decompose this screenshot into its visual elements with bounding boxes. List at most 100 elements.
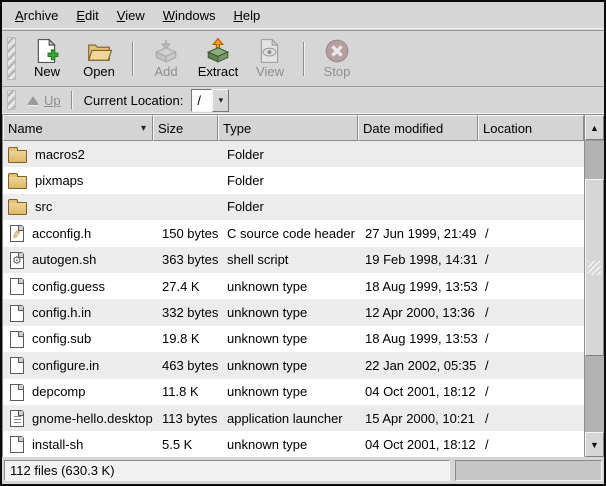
statusbar: 112 files (630.3 K) xyxy=(2,457,604,484)
table-row[interactable]: config.guess 27.4 K unknown type 18 Aug … xyxy=(3,273,584,299)
table-row[interactable]: gnome-hello.desktop 113 bytes applicatio… xyxy=(3,405,584,431)
up-button-label: Up xyxy=(44,93,61,108)
type-cell: unknown type xyxy=(218,358,358,373)
scrollbar-thumb[interactable] xyxy=(585,179,604,356)
file-name: depcomp xyxy=(32,384,85,399)
location-cell: / xyxy=(478,358,584,373)
stop-icon xyxy=(324,38,350,64)
file-name: configure.in xyxy=(32,358,99,373)
status-text: 112 files (630.3 K) xyxy=(10,463,115,478)
folder-icon xyxy=(8,150,27,163)
menubar: Archive Edit View Windows Help xyxy=(2,2,604,28)
main-toolbar: New Open Add xyxy=(2,31,604,87)
file-name: install-sh xyxy=(32,437,83,452)
column-header-name[interactable]: Name ▾ xyxy=(3,115,153,141)
open-button[interactable]: Open xyxy=(73,36,125,81)
column-header-date-modified[interactable]: Date modified xyxy=(358,115,478,141)
menu-help-label: H xyxy=(233,8,242,23)
add-to-archive-icon xyxy=(153,38,179,64)
date-cell: 19 Feb 1998, 14:31 xyxy=(358,252,478,267)
add-button-label: Add xyxy=(154,65,177,79)
location-separator xyxy=(71,91,72,109)
name-cell: autogen.sh xyxy=(3,251,153,269)
menu-view-label-rest: iew xyxy=(125,8,145,23)
open-folder-icon xyxy=(86,38,112,64)
name-cell: config.h.in xyxy=(3,304,153,322)
type-cell: Folder xyxy=(218,147,358,162)
chevron-down-icon[interactable]: ▾ xyxy=(212,89,229,112)
c-source-icon xyxy=(10,225,24,242)
date-cell: 22 Jan 2002, 05:35 xyxy=(358,358,478,373)
type-cell: unknown type xyxy=(218,331,358,346)
file-list: Name ▾ Size Type Date modified Location … xyxy=(2,114,604,457)
menu-archive-label: A xyxy=(15,8,24,23)
column-header-type[interactable]: Type xyxy=(218,115,358,141)
view-button-label: View xyxy=(256,65,284,79)
status-message: 112 files (630.3 K) xyxy=(4,460,450,481)
folder-icon xyxy=(8,176,27,189)
table-row[interactable]: install-sh 5.5 K unknown type 04 Oct 200… xyxy=(3,431,584,457)
scroll-up-icon[interactable]: ▲ xyxy=(585,115,604,140)
size-cell: 363 bytes xyxy=(153,252,218,267)
name-cell: gnome-hello.desktop xyxy=(3,409,153,427)
date-cell: 15 Apr 2000, 10:21 xyxy=(358,411,478,426)
menu-view[interactable]: View xyxy=(108,4,154,27)
name-cell: macros2 xyxy=(3,146,153,163)
new-button[interactable]: New xyxy=(21,36,73,81)
table-row[interactable]: autogen.sh 363 bytes shell script 19 Feb… xyxy=(3,247,584,273)
location-combobox[interactable]: / ▾ xyxy=(191,89,229,112)
type-cell: C source code header xyxy=(218,226,358,241)
vertical-scrollbar[interactable]: ▲ ▼ xyxy=(584,115,604,457)
document-icon xyxy=(10,278,24,295)
scrollbar-trough[interactable] xyxy=(585,140,604,432)
table-row[interactable]: depcomp 11.8 K unknown type 04 Oct 2001,… xyxy=(3,379,584,405)
archive-manager-window: Archive Edit View Windows Help New xyxy=(0,0,606,486)
size-cell: 19.8 K xyxy=(153,331,218,346)
location-combobox-value[interactable]: / xyxy=(191,89,212,112)
column-header-size[interactable]: Size xyxy=(153,115,218,141)
menu-windows-label-rest: indows xyxy=(175,8,215,23)
view-file-icon xyxy=(257,38,283,64)
date-cell: 04 Oct 2001, 18:12 xyxy=(358,437,478,452)
current-location-label: Current Location: xyxy=(84,93,184,108)
column-header-location[interactable]: Location xyxy=(478,115,584,141)
document-icon xyxy=(10,331,24,348)
location-toolbar-drag-handle[interactable] xyxy=(7,90,16,110)
menu-windows-label: W xyxy=(163,8,175,23)
file-name: gnome-hello.desktop xyxy=(32,411,153,426)
file-name: config.sub xyxy=(32,331,91,346)
table-row[interactable]: macros2 Folder xyxy=(3,141,584,167)
name-cell: config.sub xyxy=(3,330,153,348)
type-cell: unknown type xyxy=(218,437,358,452)
menu-archive[interactable]: Archive xyxy=(6,4,67,27)
document-icon xyxy=(10,384,24,401)
new-document-icon xyxy=(34,38,60,64)
table-row[interactable]: config.sub 19.8 K unknown type 18 Aug 19… xyxy=(3,326,584,352)
column-headers: Name ▾ Size Type Date modified Location xyxy=(3,115,584,141)
date-cell: 12 Apr 2000, 13:36 xyxy=(358,305,478,320)
view-button: View xyxy=(244,36,296,81)
type-cell: unknown type xyxy=(218,279,358,294)
menu-edit[interactable]: Edit xyxy=(67,4,107,27)
stop-button-label: Stop xyxy=(324,65,351,79)
scroll-down-icon[interactable]: ▼ xyxy=(585,432,604,457)
table-row[interactable]: config.h.in 332 bytes unknown type 12 Ap… xyxy=(3,299,584,325)
size-cell: 5.5 K xyxy=(153,437,218,452)
size-cell: 150 bytes xyxy=(153,226,218,241)
table-row[interactable]: src Folder xyxy=(3,194,584,220)
menu-windows[interactable]: Windows xyxy=(154,4,225,27)
open-button-label: Open xyxy=(83,65,115,79)
name-cell: acconfig.h xyxy=(3,224,153,242)
file-name: autogen.sh xyxy=(32,252,96,267)
table-row[interactable]: acconfig.h 150 bytes C source code heade… xyxy=(3,220,584,246)
menu-help[interactable]: Help xyxy=(224,4,269,27)
extract-button[interactable]: Extract xyxy=(192,36,244,81)
name-cell: depcomp xyxy=(3,383,153,401)
location-cell: / xyxy=(478,411,584,426)
location-cell: / xyxy=(478,331,584,346)
table-row[interactable]: configure.in 463 bytes unknown type 22 J… xyxy=(3,352,584,378)
type-cell: shell script xyxy=(218,252,358,267)
toolbar-drag-handle[interactable] xyxy=(7,37,16,80)
add-button: Add xyxy=(140,36,192,81)
table-row[interactable]: pixmaps Folder xyxy=(3,167,584,193)
